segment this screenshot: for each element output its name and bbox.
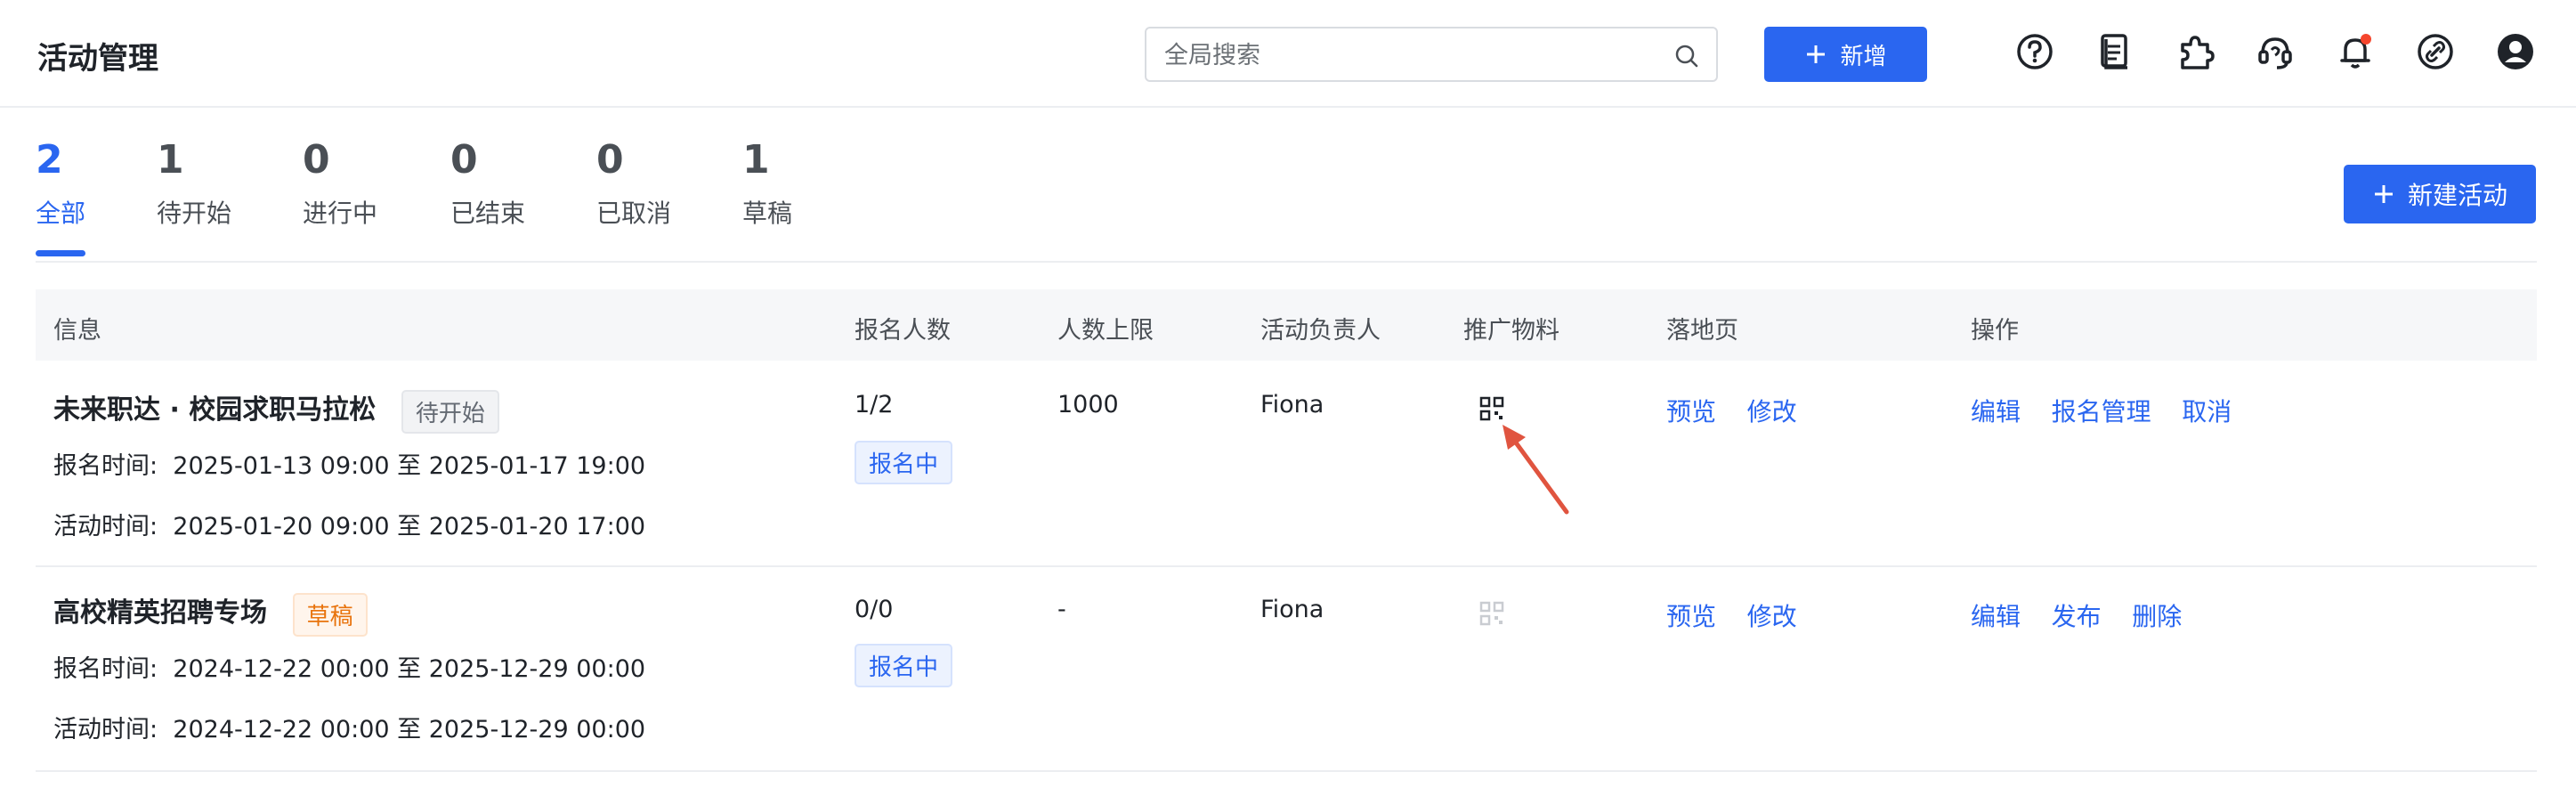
add-button[interactable]: 新增 xyxy=(1764,27,1927,82)
help-icon[interactable] xyxy=(2013,30,2056,73)
registration-status-badge: 报名中 xyxy=(855,644,953,687)
docs-icon[interactable] xyxy=(2094,30,2136,73)
tab-count: 1 xyxy=(742,137,770,183)
table-row: 未来职达 · 校园求职马拉松 待开始 报名时间: 2025-01-13 09:0… xyxy=(36,361,2537,567)
support-icon[interactable] xyxy=(2254,30,2297,73)
add-button-label: 新增 xyxy=(1840,43,1887,70)
signup-time-value: 2025-01-13 09:00 至 2025-01-17 19:00 xyxy=(173,452,646,480)
event-time-label: 活动时间: xyxy=(53,513,158,540)
row-actions: 编辑 报名管理 取消 xyxy=(1971,393,2255,428)
edit-landing-link[interactable]: 修改 xyxy=(1747,397,1797,426)
activity-title[interactable]: 高校精英招聘专场 xyxy=(53,597,267,629)
registration-status: 报名中 xyxy=(855,441,953,484)
tab-pending[interactable]: 1 待开始 xyxy=(157,134,231,230)
signup-time-label: 报名时间: xyxy=(53,655,158,683)
plus-icon xyxy=(2374,185,2393,203)
tabs-divider xyxy=(36,261,2537,263)
plus-icon xyxy=(1807,45,1826,63)
tab-label: 全部 xyxy=(36,199,86,228)
search-input[interactable] xyxy=(1162,36,1665,75)
table-header: 信息 报名人数 人数上限 活动负责人 推广物料 落地页 操作 xyxy=(36,289,2537,361)
user-avatar-icon[interactable] xyxy=(2494,30,2537,73)
tab-in-progress[interactable]: 0 进行中 xyxy=(303,134,377,230)
new-activity-button[interactable]: 新建活动 xyxy=(2344,165,2536,223)
activity-info: 未来职达 · 校园求职马拉松 待开始 xyxy=(53,387,499,434)
new-activity-label: 新建活动 xyxy=(2407,181,2507,210)
tab-count: 2 xyxy=(36,137,63,183)
registration-status: 报名中 xyxy=(855,644,953,687)
event-time-label: 活动时间: xyxy=(53,716,158,743)
column-header: 信息 xyxy=(53,317,101,345)
registration-count: 1/2 xyxy=(855,391,894,418)
column-header: 报名人数 xyxy=(855,317,951,345)
tab-label: 待开始 xyxy=(157,199,232,228)
event-time-value: 2025-01-20 09:00 至 2025-01-20 17:00 xyxy=(173,513,646,540)
active-tab-indicator xyxy=(36,250,85,256)
annotation-arrow xyxy=(1503,425,1569,515)
preview-link[interactable]: 预览 xyxy=(1666,397,1716,426)
signup-time: 报名时间: 2024-12-22 00:00 至 2025-12-29 00:0… xyxy=(53,649,645,684)
registration-status-badge: 报名中 xyxy=(855,441,953,484)
status-badge: 待开始 xyxy=(401,390,499,434)
signup-time: 报名时间: 2025-01-13 09:00 至 2025-01-17 19:0… xyxy=(53,446,645,481)
activity-owner: Fiona xyxy=(1260,391,1324,418)
activity-owner: Fiona xyxy=(1260,596,1324,623)
status-tabs: 2 全部 1 待开始 0 进行中 0 已结束 0 已取消 1 草稿 xyxy=(0,134,2576,264)
tab-ended[interactable]: 0 已结束 xyxy=(450,134,525,230)
participant-limit: - xyxy=(1057,596,1066,623)
publish-link[interactable]: 发布 xyxy=(2052,602,2102,631)
tab-count: 1 xyxy=(157,137,184,183)
edit-link[interactable]: 编辑 xyxy=(1971,397,2021,426)
cancel-link[interactable]: 取消 xyxy=(2182,397,2232,426)
tab-draft[interactable]: 1 草稿 xyxy=(742,134,792,230)
column-header: 推广物料 xyxy=(1463,317,1559,345)
event-time-value: 2024-12-22 00:00 至 2025-12-29 00:00 xyxy=(173,716,646,743)
tab-count: 0 xyxy=(596,137,624,183)
preview-link[interactable]: 预览 xyxy=(1666,602,1716,631)
status-badge: 草稿 xyxy=(292,593,368,637)
column-header: 落地页 xyxy=(1666,317,1738,345)
participant-limit: 1000 xyxy=(1057,391,1119,418)
tab-cancelled[interactable]: 0 已取消 xyxy=(596,134,671,230)
signup-time-label: 报名时间: xyxy=(53,452,158,480)
delete-link[interactable]: 删除 xyxy=(2132,602,2182,631)
search-icon[interactable] xyxy=(1673,43,1700,69)
activity-title[interactable]: 未来职达 · 校园求职马拉松 xyxy=(53,394,376,426)
tab-label: 进行中 xyxy=(303,199,378,228)
landing-page-links: 预览 修改 xyxy=(1666,393,1820,428)
column-header: 人数上限 xyxy=(1057,317,1154,345)
plugin-icon[interactable] xyxy=(2174,30,2216,73)
tab-label: 草稿 xyxy=(742,199,793,228)
edit-link[interactable]: 编辑 xyxy=(1971,602,2021,631)
link-icon[interactable] xyxy=(2414,30,2457,73)
page-title: 活动管理 xyxy=(37,41,158,77)
global-search[interactable] xyxy=(1145,27,1718,82)
event-time: 活动时间: 2024-12-22 00:00 至 2025-12-29 00:0… xyxy=(53,710,645,744)
signup-time-value: 2024-12-22 00:00 至 2025-12-29 00:00 xyxy=(173,655,646,683)
registration-management-link[interactable]: 报名管理 xyxy=(2052,397,2151,426)
tab-label: 已结束 xyxy=(450,199,526,228)
tab-all[interactable]: 2 全部 xyxy=(36,134,85,230)
table-row: 高校精英招聘专场 草稿 报名时间: 2024-12-22 00:00 至 202… xyxy=(36,565,2537,772)
column-header: 活动负责人 xyxy=(1260,317,1381,345)
tab-count: 0 xyxy=(450,137,478,183)
row-actions: 编辑 发布 删除 xyxy=(1971,597,2205,633)
tab-count: 0 xyxy=(303,137,330,183)
activity-info: 高校精英招聘专场 草稿 xyxy=(53,590,368,637)
registration-count: 0/0 xyxy=(855,596,894,623)
notification-icon[interactable] xyxy=(2334,30,2377,73)
tab-label: 已取消 xyxy=(596,199,672,228)
landing-page-links: 预览 修改 xyxy=(1666,597,1820,633)
event-time: 活动时间: 2025-01-20 09:00 至 2025-01-20 17:0… xyxy=(53,507,645,541)
edit-landing-link[interactable]: 修改 xyxy=(1747,602,1797,631)
top-bar: 活动管理 新增 xyxy=(0,0,2576,108)
column-header: 操作 xyxy=(1971,317,2019,345)
qr-code-disabled-icon xyxy=(1479,601,1504,632)
